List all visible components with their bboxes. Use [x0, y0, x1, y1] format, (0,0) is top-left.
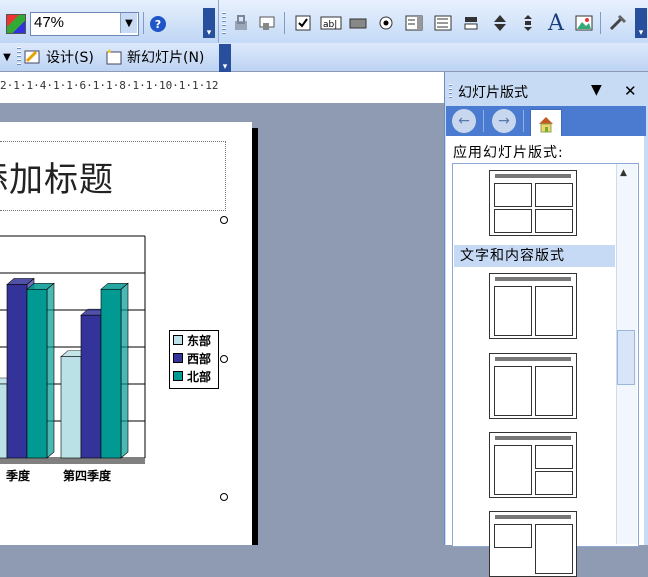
- resize-handle[interactable]: [220, 216, 228, 224]
- slide-title: 添加标题: [0, 160, 114, 200]
- legend-item: 东部: [170, 331, 218, 349]
- scroll-up-icon[interactable]: ▲: [620, 168, 627, 178]
- more-controls-icon[interactable]: [606, 12, 630, 34]
- new-slide-button[interactable]: 新幻灯片(N): [104, 45, 218, 69]
- title-clip: 添加标题: [0, 152, 225, 200]
- legend-swatch: [173, 353, 183, 363]
- toolbar-options-icon[interactable]: ▾: [203, 8, 215, 38]
- bar: [80, 314, 102, 459]
- legend-label: 北部: [187, 369, 212, 384]
- bar-side: [46, 282, 55, 459]
- chart-legend[interactable]: 东部 西部 北部: [169, 330, 219, 389]
- separator: [143, 12, 144, 34]
- home-icon[interactable]: [530, 109, 562, 137]
- bar: [60, 356, 82, 459]
- x-tick-label: 第四季度: [63, 469, 112, 483]
- toolbar-options-icon[interactable]: ▾: [219, 44, 231, 72]
- property-icon[interactable]: [257, 12, 279, 34]
- pane-grip[interactable]: [449, 84, 452, 100]
- layout-thumbnail[interactable]: [489, 353, 577, 419]
- scrollbar-icon[interactable]: [517, 12, 539, 34]
- close-icon[interactable]: ✕: [624, 82, 637, 100]
- zoom-value: 47%: [34, 14, 65, 31]
- separator: [523, 110, 524, 132]
- pane-menu-icon[interactable]: ▼: [591, 82, 602, 98]
- layout-section-header: 文字和内容版式: [454, 245, 615, 267]
- layout-thumbnail[interactable]: [489, 170, 577, 236]
- bar: [6, 284, 28, 459]
- design-button[interactable]: 设计(S): [24, 45, 100, 69]
- spin-icon[interactable]: [489, 12, 511, 34]
- help-icon[interactable]: ?: [146, 12, 170, 36]
- legend-item: 西部: [170, 349, 218, 367]
- legend-swatch: [173, 335, 183, 345]
- legend-swatch: [173, 371, 183, 381]
- legend-item: 北部: [170, 367, 218, 385]
- forward-icon[interactable]: →: [492, 109, 516, 133]
- radio-icon[interactable]: [375, 12, 397, 34]
- toolbar-dropdown-icon[interactable]: ▼: [0, 47, 14, 67]
- label-icon[interactable]: A: [543, 10, 569, 36]
- textbox-icon[interactable]: ab|: [319, 12, 343, 34]
- pane-title: 幻灯片版式: [458, 85, 528, 101]
- bar-side: [120, 282, 129, 459]
- bar: [26, 288, 48, 459]
- chart-plot: [0, 235, 146, 464]
- legend-label: 东部: [187, 333, 212, 348]
- scrollbar-thumb[interactable]: [617, 330, 635, 385]
- layout-thumbnail[interactable]: [489, 273, 577, 339]
- x-tick-label: 季度: [5, 469, 30, 483]
- help-glyph: ?: [150, 16, 166, 32]
- horizontal-ruler: 2·1·1·4·1·1·6·1·1·8·1·1·10·1·1·12: [0, 79, 248, 94]
- apply-layout-label: 应用幻灯片版式:: [453, 145, 564, 161]
- layout-thumbnail[interactable]: [489, 511, 577, 577]
- bar: [0, 383, 8, 459]
- legend-label: 西部: [187, 351, 212, 366]
- checkbox-icon[interactable]: [292, 12, 314, 34]
- color-icon[interactable]: [6, 14, 26, 34]
- resize-handle[interactable]: [220, 493, 228, 501]
- zoom-dropdown-icon[interactable]: ▼: [120, 13, 137, 33]
- separator: [284, 12, 285, 34]
- new-slide-label: 新幻灯片(N): [127, 50, 205, 66]
- chart-floor: [0, 458, 145, 464]
- layout-thumbnail[interactable]: [489, 432, 577, 498]
- design-label: 设计(S): [46, 50, 94, 66]
- toolbar-grip[interactable]: [222, 12, 226, 34]
- svg-text:ab|: ab|: [323, 20, 337, 30]
- design-icon: [24, 50, 40, 64]
- back-icon[interactable]: ←: [452, 109, 476, 133]
- separator: [483, 110, 484, 132]
- combobox-icon[interactable]: [432, 12, 454, 34]
- toolbar-options-icon[interactable]: ▾: [635, 8, 647, 38]
- separator: [600, 12, 601, 34]
- listbox-icon[interactable]: [403, 12, 425, 34]
- image-icon[interactable]: [573, 12, 595, 34]
- bar: [100, 288, 122, 459]
- new-slide-icon: [106, 49, 122, 65]
- toggle-icon[interactable]: [460, 12, 482, 34]
- lock-icon[interactable]: [230, 12, 252, 34]
- button-icon[interactable]: [347, 12, 369, 34]
- toolbar-grip[interactable]: [17, 47, 21, 67]
